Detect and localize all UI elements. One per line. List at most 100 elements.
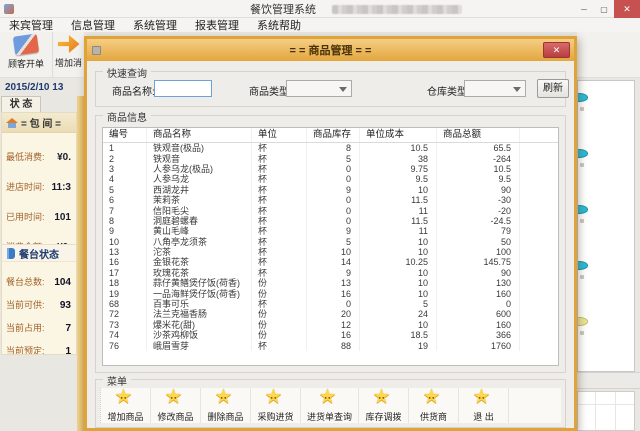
dialog-menu-group: 菜单 ★ 增加商品 ★ 修改商品 ★ 删除商品	[95, 379, 566, 428]
table-stats: 餐台总数: 104 当前可供: 93 当前占用: 7 当前预定: 1	[2, 265, 76, 355]
table-row[interactable]: 17 玫瑰花茶 杯 9 10 90	[103, 268, 558, 278]
star-icon: ★	[164, 389, 188, 409]
table-row[interactable]: 19 一品海鲜煲仔饭(荷香) 份 16 10 160	[103, 288, 558, 298]
column-header[interactable]: 单位成本	[360, 128, 437, 142]
menu-item[interactable]: 系统帮助	[248, 17, 310, 33]
window-title: 餐饮管理系统	[250, 1, 316, 17]
panel-edge-strip	[77, 96, 84, 431]
table-stat-row: 当前预定: 1	[2, 344, 76, 355]
dialog-close-button[interactable]: ✕	[543, 42, 570, 58]
menu-action-button[interactable]: ★ 增加商品	[101, 388, 151, 423]
dialog-titlebar[interactable]: = = 商品管理 = = ✕	[87, 39, 574, 61]
table-row[interactable]: 8 洞庭碧螺春 杯 0 11.5 -24.5	[103, 216, 558, 226]
star-icon: ★	[318, 389, 342, 409]
room-status-panel: = 包 间 = 最低消费: ¥0. 进店时间: 11:3 已用时间: 101	[1, 112, 77, 355]
table-icon-partial[interactable]	[577, 317, 588, 326]
table-status-header: 餐台状态	[2, 244, 76, 262]
room-section-header: = 包 间 =	[2, 113, 76, 133]
star-icon: ★	[472, 389, 496, 409]
table-stat-row: 当前可供: 93	[2, 298, 76, 311]
table-body: 1 铁观音(极品) 杯 8 10.5 65.5 2 铁观音 杯	[103, 143, 558, 351]
menu-item[interactable]: 来宾管理	[0, 17, 62, 33]
table-row[interactable]: 2 铁观音 杯 5 38 -264	[103, 153, 558, 163]
column-header[interactable]: 商品名称	[147, 128, 252, 142]
menu-item[interactable]: 信息管理	[62, 17, 124, 33]
billing-icon	[13, 33, 39, 55]
menu-action-button[interactable]: ★ 删除商品	[201, 388, 251, 423]
background-toolbar-strip	[577, 32, 640, 78]
table-icon-partial[interactable]	[577, 149, 588, 158]
restaurant-management-app: 餐饮管理系统 ─ ▢ ✕ 来宾管理信息管理系统管理报表管理系统帮助 顾客开单 增…	[0, 0, 640, 431]
star-icon: ★	[422, 389, 446, 409]
menu-action-button[interactable]: ★ 进货单查询	[301, 388, 359, 423]
redacted-title-text	[332, 5, 462, 14]
table-row[interactable]: 72 法兰克福香肠 份 20 24 600	[103, 309, 558, 319]
room-stat-row: 进店时间: 11:3	[2, 180, 76, 193]
star-icon: ★	[372, 389, 396, 409]
tab-status[interactable]: 状 态	[1, 96, 41, 112]
background-grid-panel	[577, 391, 635, 431]
product-name-input[interactable]	[154, 80, 212, 97]
table-row[interactable]: 9 黄山毛峰 杯 9 11 79	[103, 226, 558, 236]
warehouse-type-select[interactable]	[464, 80, 526, 97]
star-icon: ★	[264, 389, 288, 409]
menu-action-button[interactable]: ★ 采购进货	[251, 388, 301, 423]
star-icon: ★	[114, 389, 138, 409]
table-icon-partial[interactable]	[577, 205, 588, 214]
table-row[interactable]: 68 百事可乐 杯 0 5 0	[103, 299, 558, 309]
table-row[interactable]: 7 信阳毛尖 杯 0 11 -20	[103, 205, 558, 215]
table-row[interactable]: 3 人参乌龙(极品) 杯 0 9.75 10.5	[103, 164, 558, 174]
table-row[interactable]: 74 沙茶鸡柳饭 份 16 18.5 366	[103, 330, 558, 340]
product-table: 编号商品名称单位商品库存单位成本商品总额 1 铁观音(极品) 杯 8 10.5 …	[102, 127, 559, 366]
room-stat-row: 已用时间: 101	[2, 210, 76, 223]
menu-action-button[interactable]: ★ 退 出	[459, 388, 509, 423]
menu-item[interactable]: 系统管理	[124, 17, 186, 33]
product-name-label: 商品名称:	[112, 83, 155, 98]
dialog-title: = = 商品管理 = =	[87, 42, 574, 58]
minimize-button-icon[interactable]: ─	[574, 0, 594, 18]
table-row[interactable]: 76 峨眉雪芽 杯 88 19 1760	[103, 340, 558, 350]
table-row[interactable]: 10 八角亭龙须茶 杯 5 10 50	[103, 237, 558, 247]
table-row[interactable]: 16 金银花茶 杯 14 10.25 145.75	[103, 257, 558, 267]
window-close-button[interactable]: ✕	[614, 0, 640, 18]
product-type-select[interactable]	[286, 80, 352, 97]
room-stat-row: 最低消费: ¥0.	[2, 150, 76, 163]
menu-bar: 来宾管理信息管理系统管理报表管理系统帮助	[0, 18, 640, 32]
menu-action-button[interactable]: ★ 库存调拨	[359, 388, 409, 423]
window-controls: ─ ▢ ✕	[574, 0, 640, 18]
column-header[interactable]: 商品总额	[437, 128, 520, 142]
table-row[interactable]: 73 爆米花(甜) 份 12 10 160	[103, 320, 558, 330]
dialog-menu-strip: ★ 增加商品 ★ 修改商品 ★ 删除商品 ★	[100, 388, 561, 423]
book-icon	[7, 248, 15, 259]
house-icon	[6, 118, 18, 128]
table-row[interactable]: 6 茉莉茶 杯 0 11.5 -30	[103, 195, 558, 205]
star-icon: ★	[214, 389, 238, 409]
menu-item[interactable]: 报表管理	[186, 17, 248, 33]
table-map-panel	[577, 80, 635, 372]
quick-query-group: 快速查询 商品名称: 商品类型: 仓库类型: 刷新	[95, 71, 566, 107]
table-row[interactable]: 4 人参乌龙 杯 0 9.5 9.5	[103, 174, 558, 184]
background-divider-band	[577, 372, 640, 389]
table-stat-row: 当前占用: 7	[2, 321, 76, 334]
column-header[interactable]: 商品库存	[307, 128, 360, 142]
refresh-button[interactable]: 刷新	[537, 79, 569, 98]
table-row[interactable]: 1 铁观音(极品) 杯 8 10.5 65.5	[103, 143, 558, 153]
add-consumption-icon	[58, 35, 80, 53]
table-row[interactable]: 18 蒜仔黄鳝煲仔饭(荷香) 份 13 10 130	[103, 278, 558, 288]
table-icon-partial[interactable]	[577, 93, 588, 102]
menu-action-button[interactable]: ★ 修改商品	[151, 388, 201, 423]
product-info-label: 商品信息	[103, 109, 151, 124]
table-header-row: 编号商品名称单位商品库存单位成本商品总额	[103, 128, 558, 143]
quick-query-label: 快速查询	[103, 65, 151, 80]
table-icon-partial[interactable]	[577, 261, 588, 270]
customer-billing-button[interactable]: 顾客开单	[0, 32, 52, 77]
add-consumption-button[interactable]: 增加消	[52, 32, 84, 77]
column-header[interactable]: 单位	[252, 128, 307, 142]
column-header[interactable]: 编号	[103, 128, 147, 142]
product-management-dialog: = = 商品管理 = = ✕ 快速查询 商品名称: 商品类型: 仓库类型: 刷新…	[84, 36, 577, 431]
table-row[interactable]: 13 沱茶 杯 10 10 100	[103, 247, 558, 257]
product-info-group: 商品信息 编号商品名称单位商品库存单位成本商品总额 1 铁观音(极品) 杯 8 …	[95, 115, 566, 373]
table-row[interactable]: 5 西湖龙井 杯 9 10 90	[103, 185, 558, 195]
menu-action-button[interactable]: ★ 供货商	[409, 388, 459, 423]
maximize-button-icon[interactable]: ▢	[594, 0, 614, 18]
